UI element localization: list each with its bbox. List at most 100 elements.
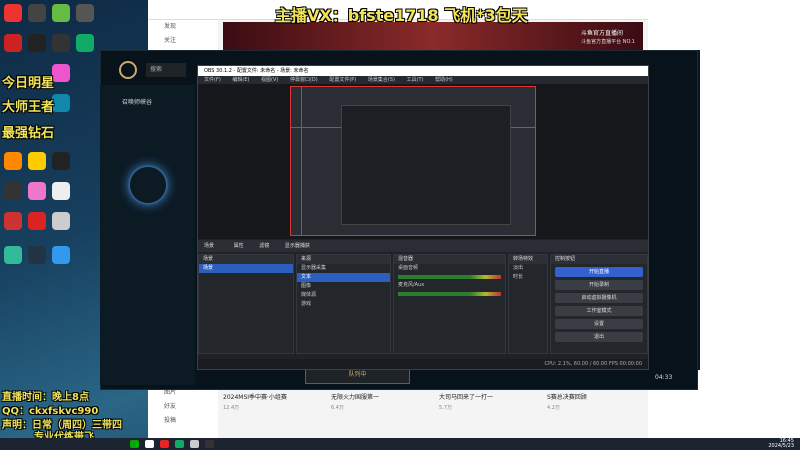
controls-dock: 控制按钮 开始直播 开始录制 启动虚拟摄像机 工作室模式 设置 退出 bbox=[550, 254, 648, 354]
overlay-top-banner: 主播VX：bfste1718 飞机*3包天 bbox=[275, 6, 528, 25]
scenes-dock: 场景 场景 bbox=[198, 254, 294, 354]
card-title[interactable]: 无限火力国服第一 bbox=[331, 392, 379, 401]
virtual-camera-button[interactable]: 启动虚拟摄像机 bbox=[555, 293, 643, 303]
app-icon[interactable] bbox=[190, 440, 199, 448]
transition-duration[interactable]: 时长 bbox=[509, 273, 547, 282]
obs-title-bar: OBS 30.1.2 - 配置文件: 未命名 - 场景: 未命名 bbox=[198, 66, 648, 76]
nested-preview bbox=[341, 105, 511, 225]
banner-subtitle: 斗鱼官方直播平台 NO.1 bbox=[581, 39, 635, 45]
card-title[interactable]: 2024MSI季中赛·小组赛 bbox=[223, 392, 287, 401]
menu-item[interactable]: 工具(T) bbox=[407, 77, 424, 83]
overlay-bottom-line: QQ：ckxfskvc990 bbox=[2, 406, 99, 417]
desktop-app-icon[interactable] bbox=[28, 152, 46, 170]
desktop-app-icon[interactable] bbox=[52, 64, 70, 82]
menu-item[interactable]: 配置文件(P) bbox=[329, 77, 356, 83]
league-logo-icon[interactable] bbox=[119, 61, 137, 79]
panel-title: 召唤师峡谷 bbox=[122, 99, 153, 106]
studio-mode-button[interactable]: 工作室模式 bbox=[555, 306, 643, 316]
dock-title: 混音器 bbox=[394, 255, 505, 264]
desktop-app-icon[interactable] bbox=[4, 4, 22, 22]
source-item[interactable]: 显示器采集 bbox=[297, 264, 390, 273]
preview-area bbox=[198, 84, 648, 239]
display-capture-button[interactable]: 显示器捕获 bbox=[285, 243, 310, 249]
settings-button[interactable]: 设置 bbox=[555, 319, 643, 329]
desktop-app-icon[interactable] bbox=[28, 246, 46, 264]
audio-mixer-dock: 混音器 桌面音频 麦克风/Aux bbox=[393, 254, 506, 354]
menu-item[interactable]: 编辑(E) bbox=[232, 77, 249, 83]
game-mode-panel[interactable]: 召唤师峡谷 bbox=[100, 85, 195, 385]
source-item[interactable]: 媒体源 bbox=[297, 291, 390, 300]
transitions-dock: 转场特效 淡出 时长 bbox=[508, 254, 548, 354]
clock-date: 2024/5/23 bbox=[768, 443, 794, 449]
desktop-app-icon[interactable] bbox=[4, 212, 22, 230]
scene-item[interactable]: 场景 bbox=[199, 264, 293, 273]
start-streaming-button[interactable]: 开始直播 bbox=[555, 267, 643, 277]
properties-button[interactable]: 属性 bbox=[234, 243, 244, 249]
taskbar: 16:45 2024/5/23 bbox=[0, 438, 800, 450]
card-meta: 6.4万 bbox=[331, 405, 344, 411]
mixer-track-label: 桌面音频 bbox=[398, 265, 419, 271]
desktop-app-icon[interactable] bbox=[52, 212, 70, 230]
desktop-app-icon[interactable] bbox=[52, 246, 70, 264]
obs-status-bar: CPU: 2.1%, 60.00 / 60.00 FPS 00:00:00 bbox=[198, 359, 648, 369]
desktop-app-icon[interactable] bbox=[4, 246, 22, 264]
desktop-app-icon[interactable] bbox=[4, 34, 22, 52]
source-item[interactable]: 游戏 bbox=[297, 300, 390, 309]
menu-item[interactable]: 文件(F) bbox=[204, 77, 221, 83]
source-item[interactable]: 图像 bbox=[297, 282, 390, 291]
desktop-app-icon[interactable] bbox=[4, 182, 22, 200]
video-card-row: 2024MSI季中赛·小组赛 12.4万 无限火力国服第一 6.4万 大司马回来… bbox=[223, 388, 643, 416]
scene-label: 场景 bbox=[204, 243, 215, 249]
overlay-left-line: 最强钻石 bbox=[2, 126, 55, 141]
desktop-app-icon[interactable] bbox=[28, 182, 46, 200]
obs-taskbar-icon[interactable] bbox=[205, 440, 214, 448]
desktop-app-icon[interactable] bbox=[28, 212, 46, 230]
menu-item[interactable]: 帮助(H) bbox=[435, 77, 453, 83]
menu-item[interactable]: 场景集合(S) bbox=[368, 77, 395, 83]
filters-button[interactable]: 滤镜 bbox=[259, 243, 269, 249]
card-meta: 5.7万 bbox=[439, 405, 452, 411]
desktop-app-icon[interactable] bbox=[52, 4, 70, 22]
card-title[interactable]: 大司马回来了一打一 bbox=[439, 392, 493, 401]
nav-item[interactable]: 关注 bbox=[148, 34, 218, 48]
search-input[interactable]: 搜索 bbox=[146, 63, 186, 77]
desktop-app-icon[interactable] bbox=[76, 34, 94, 52]
nav-item[interactable]: 投稿 bbox=[148, 414, 218, 428]
desktop-app-icon[interactable] bbox=[52, 182, 70, 200]
desktop-app-icon[interactable] bbox=[52, 152, 70, 170]
desktop-app-icon[interactable] bbox=[28, 4, 46, 22]
app-icon[interactable] bbox=[175, 440, 184, 448]
live-banner[interactable]: 斗鱼官方直播间 斗鱼官方直播平台 NO.1 bbox=[223, 22, 643, 52]
banner-title: 斗鱼官方直播间 bbox=[580, 30, 623, 37]
overlay-bottom-line: 直播时间：晚上8点 bbox=[2, 392, 89, 403]
card-meta: 12.4万 bbox=[223, 405, 240, 411]
overlay-left-line: 今日明星 bbox=[2, 76, 55, 91]
transition-type[interactable]: 淡出 bbox=[509, 264, 547, 273]
queue-timer: 04:33 bbox=[655, 374, 673, 381]
app-icon[interactable] bbox=[145, 440, 154, 448]
portal-icon bbox=[128, 165, 168, 205]
wechat-icon[interactable] bbox=[130, 440, 139, 448]
source-item[interactable]: 文本 bbox=[297, 273, 390, 282]
desktop-app-icon[interactable] bbox=[52, 94, 70, 112]
volume-meter bbox=[398, 275, 501, 279]
dock-title: 转场特效 bbox=[509, 255, 547, 264]
nav-item[interactable]: 好友 bbox=[148, 400, 218, 414]
volume-meter bbox=[398, 292, 501, 296]
scene-toolbar: 场景 属性 滤镜 显示器捕获 bbox=[198, 240, 648, 252]
card-meta: 4.2万 bbox=[547, 405, 560, 411]
menu-item[interactable]: 停靠窗口(D) bbox=[290, 77, 318, 83]
desktop-app-icon[interactable] bbox=[4, 152, 22, 170]
desktop-app-icon[interactable] bbox=[76, 4, 94, 22]
exit-button[interactable]: 退出 bbox=[555, 332, 643, 342]
menu-item[interactable]: 视图(V) bbox=[261, 77, 278, 83]
app-icon[interactable] bbox=[160, 440, 169, 448]
card-title[interactable]: S赛总决赛回顾 bbox=[547, 392, 587, 401]
mixer-track-label: 麦克风/Aux bbox=[398, 282, 425, 288]
sources-dock: 来源 显示器采集 文本 图像 媒体源 游戏 bbox=[296, 254, 391, 354]
desktop-app-icon[interactable] bbox=[52, 34, 70, 52]
preview-canvas[interactable] bbox=[290, 86, 536, 236]
start-recording-button[interactable]: 开始录制 bbox=[555, 280, 643, 290]
nav-item[interactable]: 发现 bbox=[148, 20, 218, 34]
desktop-app-icon[interactable] bbox=[28, 34, 46, 52]
